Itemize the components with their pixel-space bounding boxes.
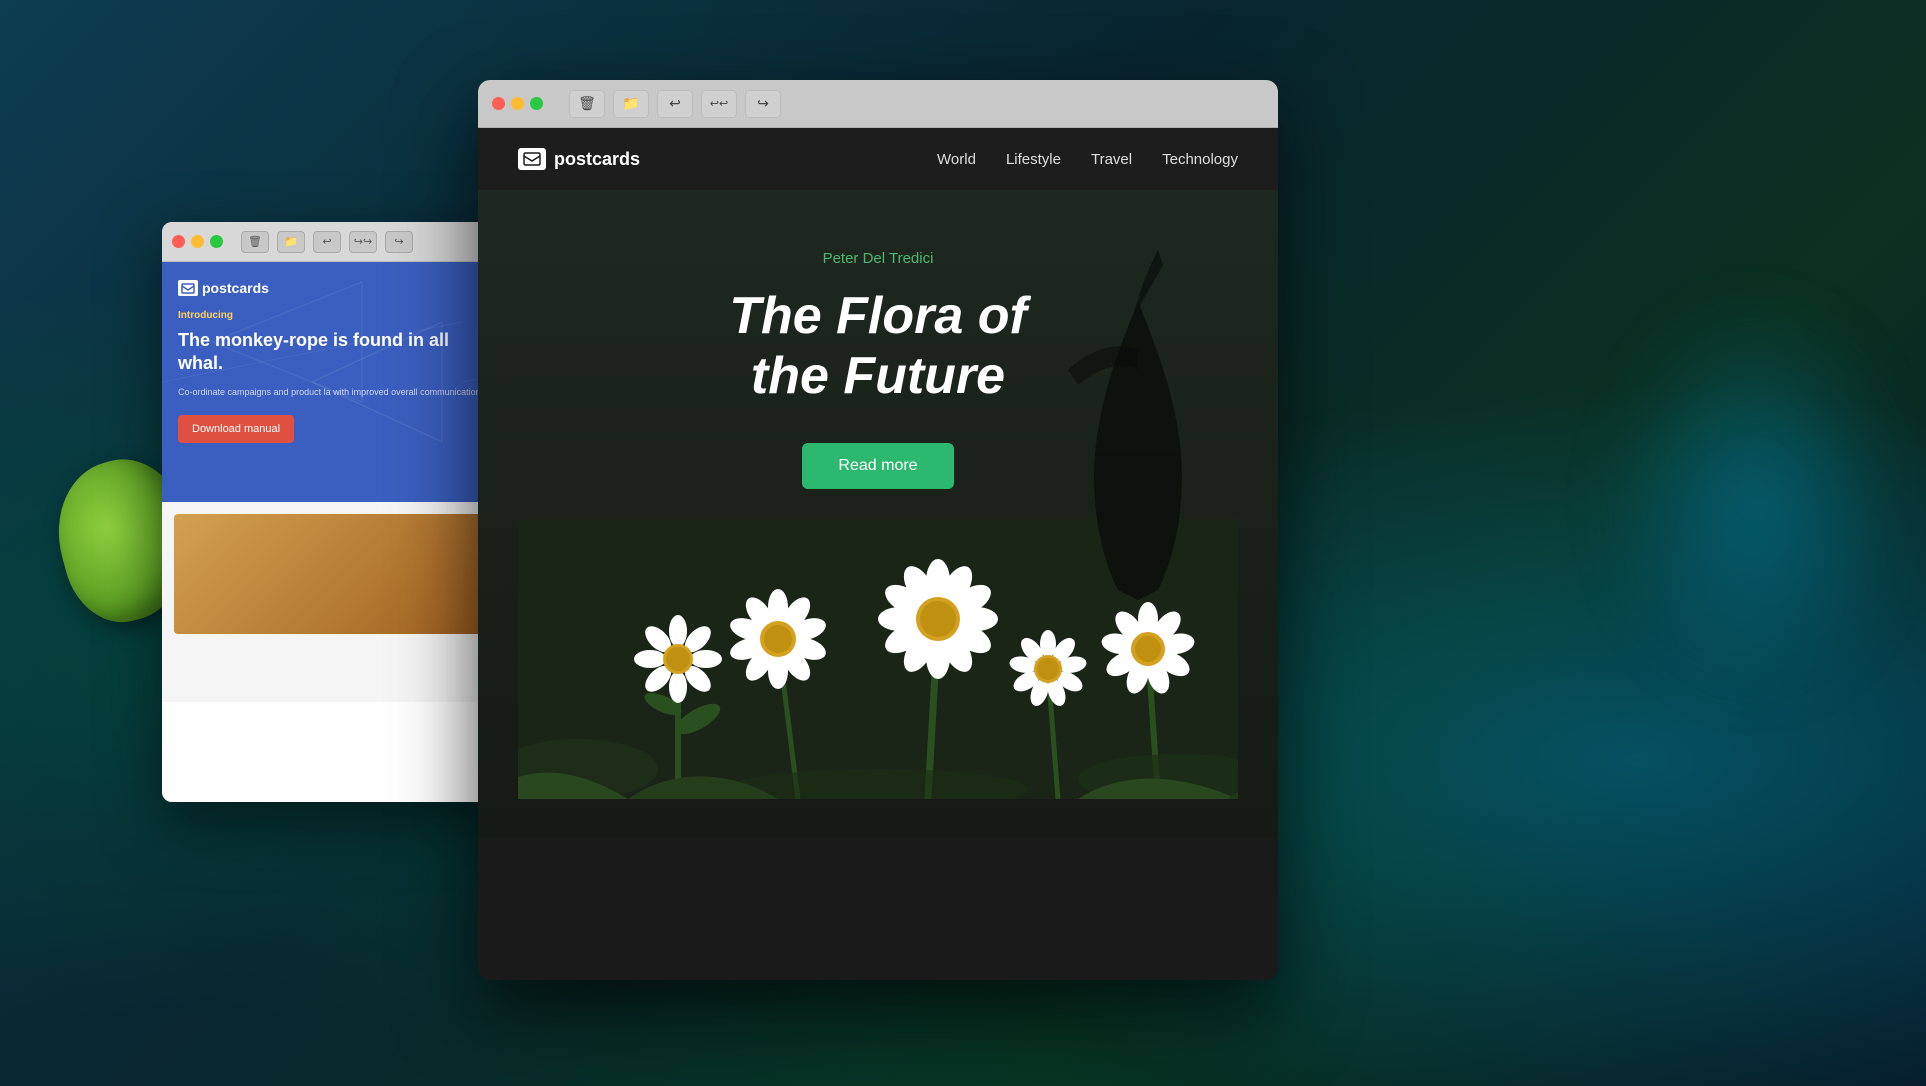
traffic-light-green-front[interactable] (530, 97, 543, 110)
window-back: 🗑 📁 ↩ ↪↪ ↪ postcards Introducing The mon… (162, 222, 497, 802)
hero-content: Peter Del Tredici The Flora ofthe Future… (729, 250, 1027, 519)
email-content-back: postcards Introducing The monkey-rope is… (162, 262, 497, 802)
titlebar-buttons-back: 🗑 📁 ↩ ↪↪ ↪ (241, 231, 413, 253)
back-button-back[interactable]: ↩ (313, 231, 341, 253)
read-more-button[interactable]: Read more (802, 443, 953, 489)
traffic-light-red-front[interactable] (492, 97, 505, 110)
forward-all-button-back[interactable]: ↪↪ (349, 231, 377, 253)
traffic-light-yellow-back[interactable] (191, 235, 204, 248)
bird-silhouette (1058, 250, 1218, 600)
headline-back: The monkey-rope is found in all whal. (178, 329, 481, 376)
hero-author: Peter Del Tredici (823, 250, 934, 267)
hero-title: The Flora ofthe Future (729, 287, 1027, 407)
download-manual-button[interactable]: Download manual (178, 415, 294, 443)
email-header-back: postcards Introducing The monkey-rope is… (162, 262, 497, 502)
folder-button-front[interactable]: 📁 (613, 90, 649, 118)
titlebar-front: 🗑 📁 ↩ ↩↩ ↪ (478, 80, 1278, 128)
sub-text-back: Co-ordinate campaigns and product la wit… (178, 386, 481, 400)
folder-button-back[interactable]: 📁 (277, 231, 305, 253)
nav-link-travel[interactable]: Travel (1091, 151, 1132, 168)
forward-button-front[interactable]: ↪ (745, 90, 781, 118)
image-placeholder-back (174, 514, 485, 634)
traffic-light-green-back[interactable] (210, 235, 223, 248)
forward-button-back[interactable]: ↪ (385, 231, 413, 253)
email-body-back (162, 502, 497, 702)
titlebar-buttons-front: 🗑 📁 ↩ ↩↩ ↪ (569, 90, 781, 118)
nav-link-lifestyle[interactable]: Lifestyle (1006, 151, 1061, 168)
nav-link-technology[interactable]: Technology (1162, 151, 1238, 168)
nav-bar: postcards World Lifestyle Travel Technol… (478, 128, 1278, 190)
hero-area: Peter Del Tredici The Flora ofthe Future… (478, 190, 1278, 839)
nav-logo-text: postcards (554, 149, 640, 170)
trash-button-back[interactable]: 🗑 (241, 231, 269, 253)
postcards-logo-small: postcards (178, 280, 481, 296)
traffic-light-yellow-front[interactable] (511, 97, 524, 110)
nav-link-world[interactable]: World (937, 151, 976, 168)
traffic-light-red-back[interactable] (172, 235, 185, 248)
blue-orb-decoration (1606, 300, 1906, 700)
trash-button-front[interactable]: 🗑 (569, 90, 605, 118)
titlebar-back: 🗑 📁 ↩ ↪↪ ↪ (162, 222, 497, 262)
nav-logo: postcards (518, 148, 640, 170)
forward-all-button-front[interactable]: ↩↩ (701, 90, 737, 118)
back-button-front[interactable]: ↩ (657, 90, 693, 118)
window-front: 🗑 📁 ↩ ↩↩ ↪ postcards World Lifestyle (478, 80, 1278, 980)
nav-logo-icon (518, 148, 546, 170)
intro-label: Introducing (178, 310, 481, 321)
logo-text-small: postcards (202, 280, 269, 296)
logo-icon-small (178, 280, 198, 296)
email-preview-front: postcards World Lifestyle Travel Technol… (478, 128, 1278, 980)
nav-links: World Lifestyle Travel Technology (937, 151, 1238, 168)
